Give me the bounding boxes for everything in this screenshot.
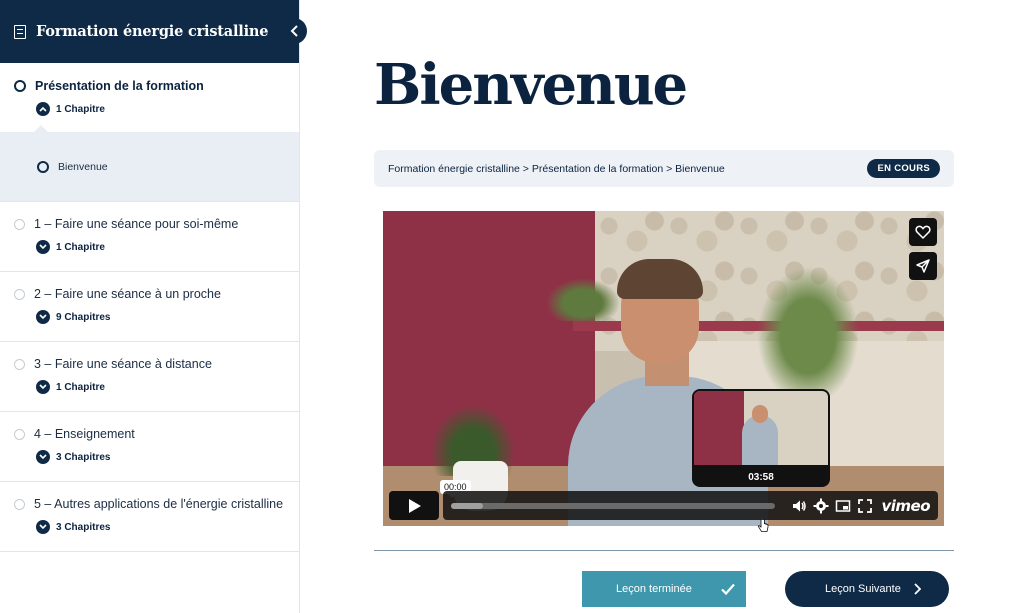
chevron-down-icon: [36, 310, 50, 324]
preview-image-person: [752, 405, 768, 423]
next-lesson-button[interactable]: Leçon Suivante: [785, 571, 949, 607]
status-circle-icon: [14, 358, 25, 370]
section-toggle[interactable]: 1 Chapitre: [36, 102, 299, 116]
sidebar-section-4[interactable]: 4 – Enseignement 3 Chapitres: [0, 412, 299, 482]
sidebar-section-presentation[interactable]: Présentation de la formation 1 Chapitre: [0, 63, 299, 132]
book-icon: [14, 24, 26, 39]
scrub-preview-thumbnail: 03:58: [692, 389, 830, 487]
hand-cursor-icon: [757, 519, 769, 532]
checkmark-icon: [721, 583, 735, 596]
section-title: 2 – Faire une séance à un proche: [34, 287, 221, 301]
volume-button[interactable]: [791, 498, 807, 514]
play-icon: [408, 498, 421, 513]
lesson-complete-label: Leçon terminée: [616, 583, 692, 595]
status-circle-icon: [14, 498, 25, 510]
lesson-complete-button[interactable]: Leçon terminée: [582, 571, 746, 607]
lesson-item-bienvenue[interactable]: Bienvenue: [0, 125, 299, 202]
status-circle-icon: [14, 428, 25, 440]
breadcrumb[interactable]: Formation énergie cristalline > Présenta…: [388, 163, 867, 175]
course-title: Formation énergie cristalline: [36, 23, 269, 40]
section-title: 4 – Enseignement: [34, 427, 135, 441]
sidebar-header: Formation énergie cristalline: [0, 0, 307, 63]
sidebar-section-3[interactable]: 3 – Faire une séance à distance 1 Chapit…: [0, 342, 299, 412]
volume-icon: [793, 500, 807, 511]
preview-image-wall: [694, 391, 744, 465]
like-button[interactable]: [909, 218, 937, 246]
status-badge: EN COURS: [867, 159, 940, 178]
chevron-down-icon: [36, 240, 50, 254]
section-title: 3 – Faire une séance à distance: [34, 357, 212, 371]
section-toggle[interactable]: 1 Chapitre: [36, 240, 299, 254]
share-button[interactable]: [909, 252, 937, 280]
collapse-sidebar-button[interactable]: [283, 18, 307, 44]
next-lesson-label: Leçon Suivante: [825, 583, 901, 595]
buffered-progress: [451, 502, 484, 509]
section-title: Présentation de la formation: [35, 79, 204, 93]
section-toggle[interactable]: 1 Chapitre: [36, 380, 299, 394]
status-circle-icon: [14, 288, 25, 300]
gear-icon: [813, 498, 829, 513]
chapter-count: 3 Chapitres: [56, 521, 111, 533]
sidebar-section-2[interactable]: 2 – Faire une séance à un proche 9 Chapi…: [0, 272, 299, 342]
vimeo-logo[interactable]: vimeo: [881, 497, 930, 515]
video-frame-plant: [543, 276, 623, 321]
chevron-down-icon: [36, 520, 50, 534]
chapter-count: 1 Chapitre: [56, 381, 105, 393]
video-frame-person: [617, 259, 703, 299]
section-title: 1 – Faire une séance pour soi-même: [34, 217, 239, 231]
section-toggle[interactable]: 3 Chapitres: [36, 520, 299, 534]
preview-time: 03:58: [748, 472, 774, 483]
chevron-up-icon: [36, 102, 50, 116]
lesson-label: Bienvenue: [58, 160, 108, 173]
chevron-right-icon: [914, 583, 921, 595]
settings-button[interactable]: [813, 498, 829, 514]
chevron-down-icon: [36, 450, 50, 464]
course-sidebar: Formation énergie cristalline Présentati…: [0, 0, 307, 613]
status-circle-icon: [14, 218, 25, 230]
chevron-left-icon: [290, 25, 298, 37]
content-divider: [374, 550, 954, 551]
fullscreen-button[interactable]: [857, 498, 873, 514]
pip-icon: [836, 499, 851, 512]
video-player[interactable]: 03:58 00:00 vimeo: [383, 211, 944, 526]
sidebar-section-1[interactable]: 1 – Faire une séance pour soi-même 1 Cha…: [0, 202, 299, 272]
video-controls: vimeo: [389, 491, 938, 520]
section-toggle[interactable]: 3 Chapitres: [36, 450, 299, 464]
page-title: Bienvenue: [374, 52, 688, 118]
fullscreen-icon: [858, 498, 873, 513]
chevron-down-icon: [36, 380, 50, 394]
chapter-count: 3 Chapitres: [56, 451, 111, 463]
chapter-count: 1 Chapitre: [56, 103, 105, 115]
sidebar-section-5[interactable]: 5 – Autres applications de l'énergie cri…: [0, 482, 299, 552]
play-button[interactable]: [389, 491, 439, 520]
section-title: 5 – Autres applications de l'énergie cri…: [34, 497, 284, 511]
chapter-count: 1 Chapitre: [56, 241, 105, 253]
status-circle-icon: [37, 160, 49, 173]
status-circle-icon: [14, 80, 26, 92]
send-icon: [916, 259, 930, 273]
picture-in-picture-button[interactable]: [835, 498, 851, 514]
section-toggle[interactable]: 9 Chapitres: [36, 310, 299, 324]
chapter-count: 9 Chapitres: [56, 311, 111, 323]
progress-slider[interactable]: [451, 502, 776, 509]
heart-icon: [915, 225, 931, 240]
control-bar: vimeo: [443, 491, 938, 520]
breadcrumb-bar: Formation énergie cristalline > Présenta…: [374, 150, 954, 187]
